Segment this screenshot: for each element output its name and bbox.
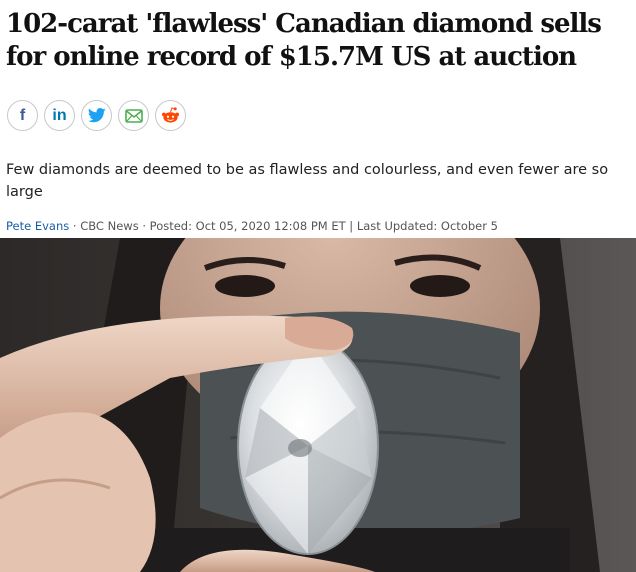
reddit-icon [162, 107, 179, 123]
byline-source: CBC News [80, 219, 139, 233]
headline: 102-carat 'flawless' Canadian diamond se… [6, 9, 602, 72]
byline: Pete Evans · CBC News · Posted: Oct 05, … [6, 219, 498, 233]
byline-posted: Posted: Oct 05, 2020 12:08 PM ET [149, 219, 346, 233]
share-facebook-button[interactable]: f [7, 100, 38, 131]
article: 102-carat 'flawless' Canadian diamond se… [0, 0, 636, 572]
share-twitter-button[interactable] [81, 100, 112, 131]
byline-separator: | [345, 219, 357, 233]
share-reddit-button[interactable] [155, 100, 186, 131]
article-deck: Few diamonds are deemed to be as flawles… [6, 162, 609, 200]
byline-updated: Last Updated: October 5 [356, 219, 498, 233]
share-linkedin-button[interactable]: in [44, 100, 75, 131]
author-link[interactable]: Pete Evans [6, 219, 69, 233]
email-icon [124, 108, 143, 123]
byline-separator: · [138, 219, 150, 233]
share-email-button[interactable] [118, 100, 149, 131]
facebook-icon: f [19, 106, 26, 124]
hero-image [0, 238, 636, 572]
twitter-icon [87, 108, 106, 123]
share-bar: f in [7, 100, 186, 131]
hero-photo-illustration [0, 238, 636, 572]
byline-separator: · [69, 219, 81, 233]
linkedin-icon: in [52, 106, 67, 124]
